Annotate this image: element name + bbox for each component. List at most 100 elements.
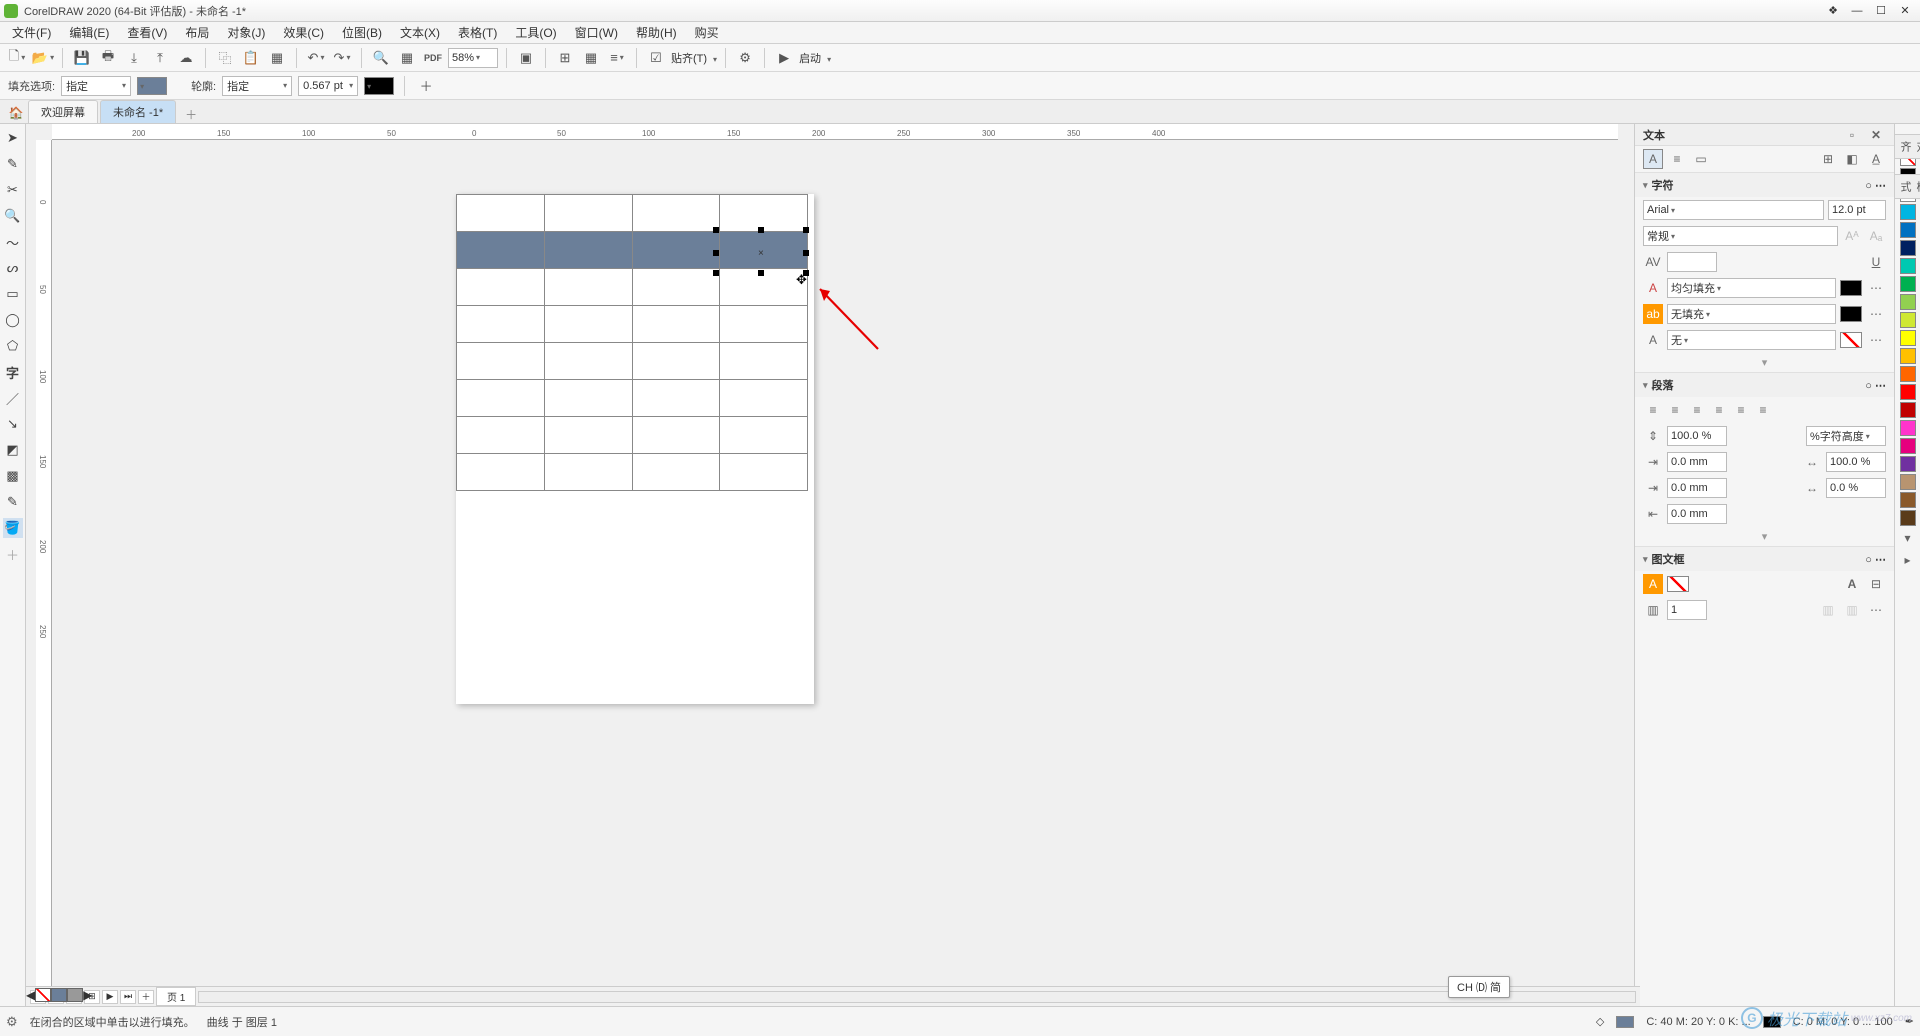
smallcaps-icon[interactable]: Aₐ [1866, 226, 1886, 246]
align-center-icon[interactable]: ≡ [1665, 400, 1685, 420]
kerning-input[interactable] [1667, 252, 1717, 272]
polygon-tool[interactable]: ⬠ [3, 336, 23, 356]
columns-input[interactable]: 1 [1667, 600, 1707, 620]
status-gear-icon[interactable]: ⚙ [6, 1014, 18, 1030]
char-fill-more[interactable]: ⋯ [1866, 278, 1886, 298]
char-outline-more[interactable]: ⋯ [1866, 330, 1886, 350]
freehand-tool[interactable]: 〜 [3, 232, 23, 252]
save-button[interactable]: 💾 [71, 47, 93, 69]
mini-swatch-none[interactable] [35, 988, 51, 1002]
zoom-level[interactable]: 58% [448, 48, 498, 68]
indent1-input[interactable]: 0.0 mm [1667, 452, 1727, 472]
swatch[interactable] [1900, 222, 1916, 238]
section-character[interactable]: 字符○ ⋯ [1635, 172, 1894, 197]
mini-swatch[interactable] [51, 988, 67, 1002]
outline-mode-dropdown[interactable]: 指定 [222, 76, 292, 96]
parallel-tool[interactable]: ／ [3, 388, 23, 408]
docker-close-icon[interactable]: ✕ [1866, 125, 1886, 145]
search-button[interactable]: 🔍 [370, 47, 392, 69]
tab-welcome[interactable]: 欢迎屏幕 [28, 100, 98, 123]
undo-button[interactable]: ↶ [305, 47, 327, 69]
caps-icon[interactable]: Aᴬ [1842, 226, 1862, 246]
char-outline-color[interactable] [1840, 332, 1862, 348]
outline-color-swatch[interactable] [364, 77, 394, 95]
pick-tool[interactable]: ➤ [3, 128, 23, 148]
align-none-icon[interactable]: ≡ [1753, 400, 1773, 420]
mini-palette-next[interactable]: ▶ [83, 988, 92, 1002]
clipboard-button[interactable]: ▦ [266, 47, 288, 69]
swatch[interactable] [1900, 294, 1916, 310]
menu-view[interactable]: 查看(V) [119, 22, 175, 43]
docker-opt2-icon[interactable]: ◧ [1842, 149, 1862, 169]
char-spacing-input[interactable]: 100.0 % [1826, 452, 1886, 472]
frame-more[interactable]: ⋯ [1866, 600, 1886, 620]
fill-tool[interactable]: 🪣 [3, 518, 23, 538]
line-spacing-input[interactable]: 100.0 % [1667, 426, 1727, 446]
font-style-dropdown[interactable]: 常规 [1643, 226, 1838, 246]
outline-width-input[interactable]: 0.567 pt [298, 76, 358, 96]
menu-table[interactable]: 表格(T) [450, 22, 505, 43]
shadow-tool[interactable]: ◩ [3, 440, 23, 460]
mini-swatch[interactable] [67, 988, 83, 1002]
ime-indicator[interactable]: CH 🄓 简 [1448, 976, 1510, 998]
page-tab[interactable]: 页 1 [156, 987, 196, 1006]
swatch[interactable] [1900, 420, 1916, 436]
new-button[interactable]: 🗋 [6, 47, 28, 69]
swatch[interactable] [1900, 384, 1916, 400]
launch-dropdown[interactable] [825, 51, 831, 65]
page-last-button[interactable]: ⏭ [120, 990, 136, 1004]
word-spacing-input[interactable]: 0.0 % [1826, 478, 1886, 498]
fill-mode-dropdown[interactable]: 指定 [61, 76, 131, 96]
indent2-input[interactable]: 0.0 mm [1667, 478, 1727, 498]
swatch[interactable] [1900, 258, 1916, 274]
char-bg-more[interactable]: ⋯ [1866, 304, 1886, 324]
snap-options-button[interactable]: ≡ [606, 47, 628, 69]
char-bg-color[interactable] [1840, 306, 1862, 322]
menu-file[interactable]: 文件(F) [4, 22, 59, 43]
menu-tools[interactable]: 工具(O) [507, 22, 564, 43]
artistic-tool[interactable]: ᔕ [3, 258, 23, 278]
side-tab-styles[interactable]: 对象样式 [1894, 174, 1920, 199]
frame-text-icon[interactable]: A [1842, 574, 1862, 594]
eyedropper-tool[interactable]: ✎ [3, 492, 23, 512]
swatch[interactable] [1900, 402, 1916, 418]
page-next-button[interactable]: ▶ [102, 990, 118, 1004]
side-tab-align[interactable]: 对齐 [1894, 134, 1920, 159]
line-mode-dropdown[interactable]: %字符高度 [1806, 426, 1886, 446]
font-size-input[interactable]: 12.0 pt [1828, 200, 1886, 220]
add-preset-button[interactable]: ＋ [415, 75, 437, 97]
menu-help[interactable]: 帮助(H) [628, 22, 685, 43]
text-tool[interactable]: 字 [3, 362, 23, 382]
align-full-icon[interactable]: ≡ [1731, 400, 1751, 420]
home-tab[interactable]: 🏠 [4, 103, 28, 123]
ellipse-tool[interactable]: ◯ [3, 310, 23, 330]
fill-color-swatch[interactable] [137, 77, 167, 95]
expand-tool[interactable]: ＋ [3, 544, 23, 564]
char-bg-dropdown[interactable]: 无填充 [1667, 304, 1836, 324]
char-fill-dropdown[interactable]: 均匀填充 [1667, 278, 1836, 298]
menu-layout[interactable]: 布局 [177, 22, 217, 43]
menu-buy[interactable]: 购买 [687, 22, 727, 43]
close-button[interactable]: ✕ [1894, 3, 1916, 19]
print-button[interactable]: 🖶 [97, 47, 119, 69]
rectangle-tool[interactable]: ▭ [3, 284, 23, 304]
font-family-dropdown[interactable]: Arial [1643, 200, 1824, 220]
swatch[interactable] [1900, 492, 1916, 508]
paste-button[interactable]: 📋 [240, 47, 262, 69]
menu-effect[interactable]: 效果(C) [275, 22, 332, 43]
section-frame[interactable]: 图文框○ ⋯ [1635, 546, 1894, 571]
indent3-input[interactable]: 0.0 mm [1667, 504, 1727, 524]
maximize-button[interactable]: ☐ [1870, 3, 1892, 19]
align-justify-icon[interactable]: ≡ [1709, 400, 1729, 420]
pdf-button[interactable]: PDF [422, 47, 444, 69]
fullscreen-button[interactable]: ▣ [515, 47, 537, 69]
swatch[interactable] [1900, 276, 1916, 292]
char-outline-dropdown[interactable]: 无 [1667, 330, 1836, 350]
document-page[interactable] [456, 194, 814, 704]
tab-document[interactable]: 未命名 -1* [100, 100, 176, 123]
swatch[interactable] [1900, 240, 1916, 256]
frame-nofill-icon[interactable] [1667, 576, 1689, 592]
connector-tool[interactable]: ↘ [3, 414, 23, 434]
h-scrollbar[interactable] [198, 991, 1636, 1003]
transparency-tool[interactable]: ▩ [3, 466, 23, 486]
